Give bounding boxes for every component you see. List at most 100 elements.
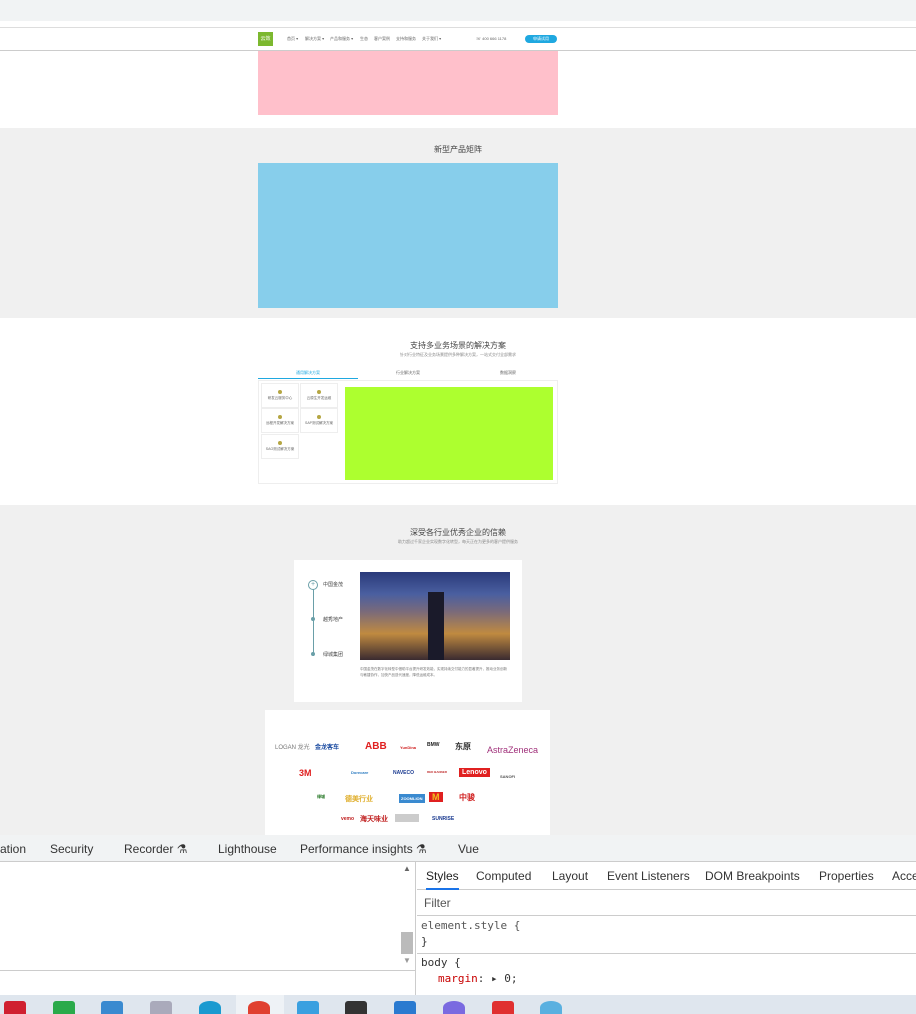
logo-3m: 3M (299, 768, 312, 778)
solution-card[interactable]: SAO测试解决方案 (261, 434, 299, 459)
netease-music-icon[interactable] (4, 1001, 26, 1014)
divider (0, 970, 415, 971)
products-placeholder (258, 163, 558, 308)
card-label: 云原生开发运维 (306, 396, 332, 400)
solution-detail-placeholder (345, 387, 553, 480)
solution-card[interactable]: SAP测试解决方案 (300, 408, 338, 433)
tab-application[interactable]: ation (0, 842, 26, 856)
chrome-icon[interactable] (248, 1001, 270, 1014)
nav-support[interactable]: 支持和服务 (396, 36, 416, 42)
green-app-icon[interactable] (53, 1001, 75, 1014)
solution-card[interactable]: 远程开发解决方案 (261, 408, 299, 433)
site-logo[interactable]: 云效 (258, 32, 273, 46)
case-text: 中国金茂在数字化转型中借助平台提升研发效能，实现持续交付能力的显著提升，推动业务… (360, 667, 507, 677)
css-property: margin (438, 972, 478, 985)
css-value: 0; (504, 972, 518, 985)
solutions-panel: 研发云服务中心 云原生开发运维 远程开发解决方案 SAP测试解决方案 SAO测试… (258, 380, 558, 484)
timeline-item[interactable]: 越秀地产 (323, 616, 343, 623)
timeline-dot (311, 652, 315, 656)
tab-vue[interactable]: Vue (458, 842, 479, 856)
devtools-panel: ation Security Recorder ⚗ Lighthouse Per… (0, 835, 916, 995)
timeline-line (313, 586, 314, 656)
tab-recorder[interactable]: Recorder ⚗ (124, 842, 187, 856)
tab-styles[interactable]: Styles (426, 869, 459, 890)
timeline-item[interactable]: 中国金茂 (323, 581, 343, 588)
card-label: 研发云服务中心 (267, 396, 293, 400)
styles-tabbar: Styles Computed Layout Event Listeners D… (417, 862, 916, 890)
plus-icon[interactable]: + (308, 580, 318, 590)
solution-icon (278, 390, 282, 394)
products-section: 新型产品矩阵 (0, 128, 916, 318)
solution-icon (317, 390, 321, 394)
tower-shape (428, 592, 444, 660)
logo-zoomlion: ZOOMLION (399, 794, 425, 803)
search-icon[interactable] (540, 1001, 562, 1014)
trial-button[interactable]: 申请试用 (525, 35, 557, 43)
tab-insight[interactable]: 数据洞察 (458, 370, 558, 379)
logo-dorecare: Dorecare (351, 770, 369, 775)
tab-accessibility[interactable]: Acce (892, 869, 916, 883)
card-label: SAP测试解决方案 (304, 421, 333, 425)
logo-sunrise: SUNRISE (432, 816, 455, 822)
tab-event-listeners[interactable]: Event Listeners (607, 869, 690, 883)
nav-home[interactable]: 首页 ▾ (287, 36, 298, 42)
solutions-section: 支持多业务场景的解决方案 针对行业特征及业务场景提供多种解决方案，一站式交付全部… (0, 318, 916, 505)
solution-card[interactable]: 云原生开发运维 (300, 383, 338, 408)
logo-redbanner: RED BANNER (427, 770, 448, 774)
notepad-icon[interactable] (150, 1001, 172, 1014)
edge-icon[interactable] (199, 1001, 221, 1014)
vscode-icon[interactable] (394, 1001, 416, 1014)
logo-gray (395, 814, 419, 822)
wps-icon[interactable] (492, 1001, 514, 1014)
products-title: 新型产品矩阵 (434, 145, 482, 154)
tab-dom-breakpoints[interactable]: DOM Breakpoints (705, 869, 800, 883)
scroll-down-icon[interactable]: ▼ (403, 956, 411, 965)
blue-app-icon[interactable] (101, 1001, 123, 1014)
nav-about[interactable]: 关于我们 ▾ (422, 36, 441, 42)
browser-top-bar (0, 0, 916, 21)
customer-logo-wall: LOGAN 龙光 金龙客车 ABB YunDina BMW 东原 AstraZe… (265, 710, 550, 835)
tab-performance-insights[interactable]: Performance insights ⚗ (300, 842, 427, 856)
rule-close: } (421, 935, 428, 948)
purple-app-icon[interactable] (443, 1001, 465, 1014)
tab-computed[interactable]: Computed (476, 869, 531, 883)
tab-general[interactable]: 通用解决方案 (258, 370, 358, 379)
tab-properties[interactable]: Properties (819, 869, 874, 883)
logo-dongyuan: 东原 (455, 742, 471, 751)
phone-number: ☏ 400 666 1178 (476, 36, 507, 41)
solutions-subtitle: 针对行业特征及业务场景提供多种解决方案，一站式交付全部需求 (400, 352, 516, 357)
solution-icon (278, 441, 282, 445)
timeline-item[interactable]: 绿城集团 (323, 651, 343, 658)
tab-security[interactable]: Security (50, 842, 93, 856)
devtools-tabbar: ation Security Recorder ⚗ Lighthouse Per… (0, 835, 916, 862)
customers-section: 深受各行业优秀企业的信赖 助力超过千家企业实现数字化转型，每天正在为更多的客户提… (0, 505, 916, 835)
nav-products[interactable]: 产品和服务 ▾ (330, 36, 353, 42)
scroll-up-icon[interactable]: ▲ (403, 864, 411, 873)
card-label: SAO测试解决方案 (265, 447, 295, 451)
divider (417, 953, 916, 954)
nav-solutions[interactable]: 解决方案 ▾ (305, 36, 324, 42)
tab-industry[interactable]: 行业解决方案 (358, 370, 458, 379)
nav-ecosystem[interactable]: 生态 (360, 36, 368, 42)
tab-layout[interactable]: Layout (552, 869, 588, 883)
city-photo (360, 572, 510, 660)
logo-sanofi: SANOFI (500, 774, 516, 779)
case-card: + 中国金茂 越秀地产 绿城集团 中国金茂在数字化转型中借助平台提升研发效能，实… (294, 560, 522, 702)
tab-lighthouse[interactable]: Lighthouse (218, 842, 277, 856)
terminal-icon[interactable] (345, 1001, 367, 1014)
logo-vemo: vemo (341, 816, 355, 822)
solutions-title: 支持多业务场景的解决方案 (410, 341, 506, 350)
logo-naveco: NAVECO (393, 770, 415, 776)
styles-filter-input[interactable]: Filter (417, 892, 916, 916)
logo-bmw: BMW (427, 742, 440, 748)
scrollbar-thumb[interactable] (401, 932, 413, 954)
css-declaration[interactable]: margin: ▸ 0; (438, 972, 518, 985)
site-nav: 云效 首页 ▾ 解决方案 ▾ 产品和服务 ▾ 生态 客户案例 支持和服务 关于我… (0, 27, 916, 51)
explorer-icon[interactable] (297, 1001, 319, 1014)
logo-abb: ABB (365, 741, 387, 752)
nav-cases[interactable]: 客户案例 (374, 36, 390, 42)
logo-logan: LOGAN 龙光 (275, 745, 310, 751)
logo-yundina: YunDina (400, 745, 417, 750)
solution-card[interactable]: 研发云服务中心 (261, 383, 299, 408)
logo-haitian: 海天味业 (360, 816, 388, 823)
